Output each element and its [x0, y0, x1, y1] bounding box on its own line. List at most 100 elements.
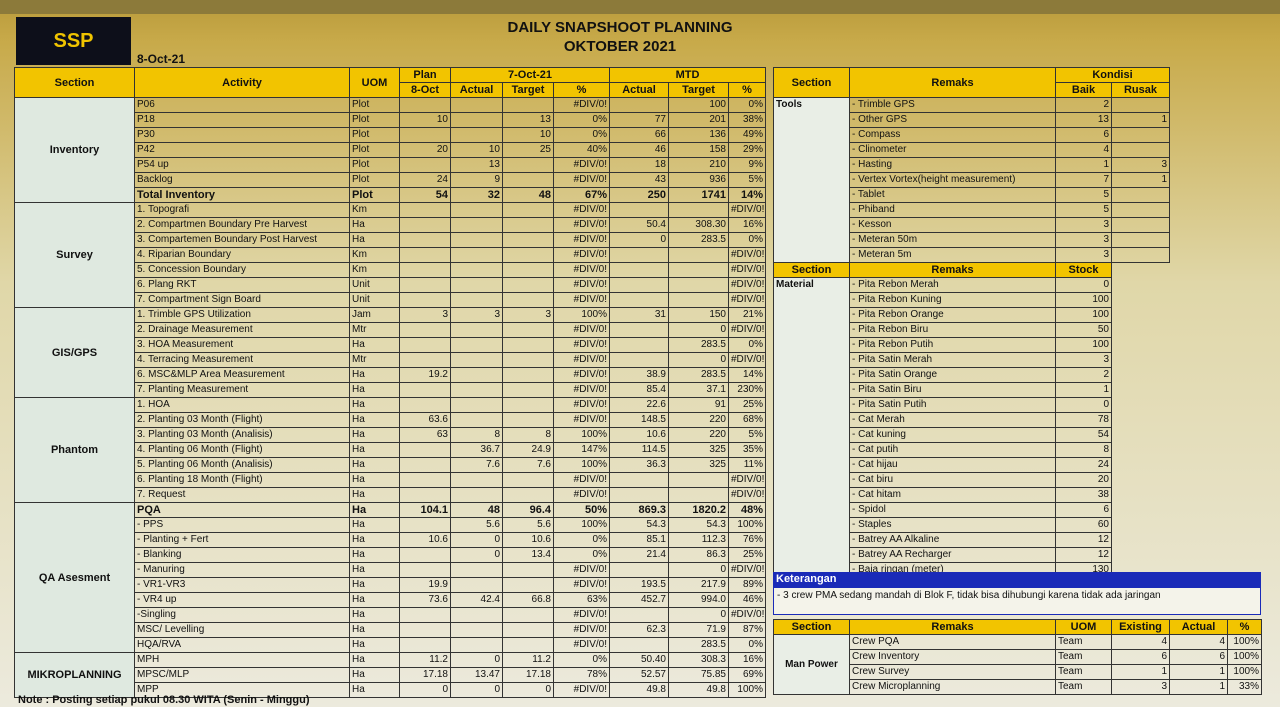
- header-plan[interactable]: Plan: [399, 67, 451, 83]
- mtd-target-cell[interactable]: 308.3: [668, 652, 729, 668]
- material-stock[interactable]: 24: [1055, 457, 1112, 473]
- tool-rusak[interactable]: [1111, 187, 1170, 203]
- mtd-actual-cell[interactable]: 21.4: [609, 547, 669, 563]
- section-name[interactable]: MIKROPLANNING: [14, 652, 135, 698]
- mtd-pct-cell[interactable]: 9%: [728, 157, 766, 173]
- mtd-pct-cell[interactable]: #DIV/0!: [728, 262, 766, 278]
- activity-cell[interactable]: MSC/ Levelling: [134, 622, 350, 638]
- activity-cell[interactable]: - PPS: [134, 517, 350, 533]
- crew-name[interactable]: Crew PQA: [849, 634, 1056, 650]
- plan-cell[interactable]: [399, 322, 451, 338]
- day-actual-cell[interactable]: [450, 637, 503, 653]
- material-name[interactable]: - Batrey AA Alkaline: [849, 532, 1056, 548]
- material-stock[interactable]: 100: [1055, 292, 1112, 308]
- mtd-target-cell[interactable]: [668, 472, 729, 488]
- material-header-section[interactable]: Section: [773, 262, 850, 278]
- material-name[interactable]: - Pita Satin Merah: [849, 352, 1056, 368]
- mtd-target-cell[interactable]: 283.5: [668, 367, 729, 383]
- day-actual-cell[interactable]: [450, 202, 503, 218]
- day-pct-cell[interactable]: #DIV/0!: [553, 562, 610, 578]
- day-actual-cell[interactable]: [450, 262, 503, 278]
- header-mtd-pct[interactable]: %: [728, 82, 766, 98]
- day-pct-cell[interactable]: #DIV/0!: [553, 622, 610, 638]
- material-name[interactable]: - Pita Satin Putih: [849, 397, 1056, 413]
- tool-baik[interactable]: 7: [1055, 172, 1112, 188]
- day-actual-cell[interactable]: [450, 292, 503, 308]
- mtd-actual-cell[interactable]: 193.5: [609, 577, 669, 593]
- tool-name[interactable]: - Compass: [849, 127, 1056, 143]
- plan-cell[interactable]: 54: [399, 187, 451, 203]
- header-day-actual[interactable]: Actual: [450, 82, 503, 98]
- uom-cell[interactable]: Ha: [349, 412, 400, 428]
- day-target-cell[interactable]: [502, 202, 554, 218]
- mtd-target-cell[interactable]: 325: [668, 442, 729, 458]
- day-target-cell[interactable]: 11.2: [502, 652, 554, 668]
- plan-cell[interactable]: 20: [399, 142, 451, 158]
- day-pct-cell[interactable]: 0%: [553, 547, 610, 563]
- uom-cell[interactable]: Mtr: [349, 352, 400, 368]
- plan-cell[interactable]: 63: [399, 427, 451, 443]
- mtd-pct-cell[interactable]: 0%: [728, 337, 766, 353]
- crew-pct[interactable]: 33%: [1227, 679, 1262, 695]
- crew-actual[interactable]: 4: [1169, 634, 1228, 650]
- uom-cell[interactable]: Ha: [349, 622, 400, 638]
- tool-rusak[interactable]: [1111, 142, 1170, 158]
- crew-uom[interactable]: Team: [1055, 649, 1112, 665]
- header-section[interactable]: Section: [14, 67, 135, 98]
- material-name[interactable]: - Pita Rebon Biru: [849, 322, 1056, 338]
- tool-name[interactable]: - Other GPS: [849, 112, 1056, 128]
- header-mtd[interactable]: MTD: [609, 67, 766, 83]
- day-target-cell[interactable]: [502, 472, 554, 488]
- mtd-target-cell[interactable]: 283.5: [668, 637, 729, 653]
- plan-cell[interactable]: 0: [399, 682, 451, 698]
- tool-name[interactable]: - Trimble GPS: [849, 97, 1056, 113]
- uom-cell[interactable]: Ha: [349, 502, 400, 518]
- tool-baik[interactable]: 2: [1055, 97, 1112, 113]
- crew-uom[interactable]: Team: [1055, 634, 1112, 650]
- mtd-pct-cell[interactable]: 69%: [728, 667, 766, 683]
- mtd-target-cell[interactable]: 0: [668, 322, 729, 338]
- day-pct-cell[interactable]: #DIV/0!: [553, 637, 610, 653]
- activity-cell[interactable]: P54 up: [134, 157, 350, 173]
- mtd-actual-cell[interactable]: [609, 247, 669, 263]
- day-actual-cell[interactable]: [450, 127, 503, 143]
- activity-cell[interactable]: PQA: [134, 502, 350, 518]
- day-actual-cell[interactable]: 0: [450, 532, 503, 548]
- uom-cell[interactable]: Jam: [349, 307, 400, 323]
- mtd-pct-cell[interactable]: 0%: [728, 637, 766, 653]
- mtd-actual-cell[interactable]: 38.9: [609, 367, 669, 383]
- mtd-pct-cell[interactable]: 21%: [728, 307, 766, 323]
- activity-cell[interactable]: Total Inventory: [134, 187, 350, 203]
- crew-uom[interactable]: Team: [1055, 664, 1112, 680]
- plan-cell[interactable]: 19.2: [399, 367, 451, 383]
- day-target-cell[interactable]: [502, 637, 554, 653]
- mtd-target-cell[interactable]: 150: [668, 307, 729, 323]
- day-pct-cell[interactable]: #DIV/0!: [553, 232, 610, 248]
- uom-cell[interactable]: Mtr: [349, 322, 400, 338]
- day-pct-cell[interactable]: #DIV/0!: [553, 262, 610, 278]
- mtd-target-cell[interactable]: 71.9: [668, 622, 729, 638]
- tool-baik[interactable]: 6: [1055, 127, 1112, 143]
- activity-cell[interactable]: - Planting + Fert: [134, 532, 350, 548]
- day-pct-cell[interactable]: 67%: [553, 187, 610, 203]
- day-target-cell[interactable]: [502, 352, 554, 368]
- plan-cell[interactable]: 63.6: [399, 412, 451, 428]
- tool-name[interactable]: - Kesson: [849, 217, 1056, 233]
- day-pct-cell[interactable]: #DIV/0!: [553, 172, 610, 188]
- material-stock[interactable]: 8: [1055, 442, 1112, 458]
- activity-cell[interactable]: 1. HOA: [134, 397, 350, 413]
- uom-cell[interactable]: Plot: [349, 187, 400, 203]
- day-target-cell[interactable]: 10.6: [502, 532, 554, 548]
- mtd-target-cell[interactable]: 1741: [668, 187, 729, 203]
- mtd-target-cell[interactable]: 308.30: [668, 217, 729, 233]
- tools-header-baik[interactable]: Baik: [1055, 82, 1112, 98]
- header-activity[interactable]: Activity: [134, 67, 350, 98]
- plan-cell[interactable]: [399, 472, 451, 488]
- day-target-cell[interactable]: [502, 217, 554, 233]
- mtd-target-cell[interactable]: [668, 262, 729, 278]
- mtd-pct-cell[interactable]: #DIV/0!: [728, 247, 766, 263]
- mtd-actual-cell[interactable]: [609, 352, 669, 368]
- mtd-actual-cell[interactable]: [609, 262, 669, 278]
- mtd-pct-cell[interactable]: 16%: [728, 217, 766, 233]
- mtd-target-cell[interactable]: [668, 277, 729, 293]
